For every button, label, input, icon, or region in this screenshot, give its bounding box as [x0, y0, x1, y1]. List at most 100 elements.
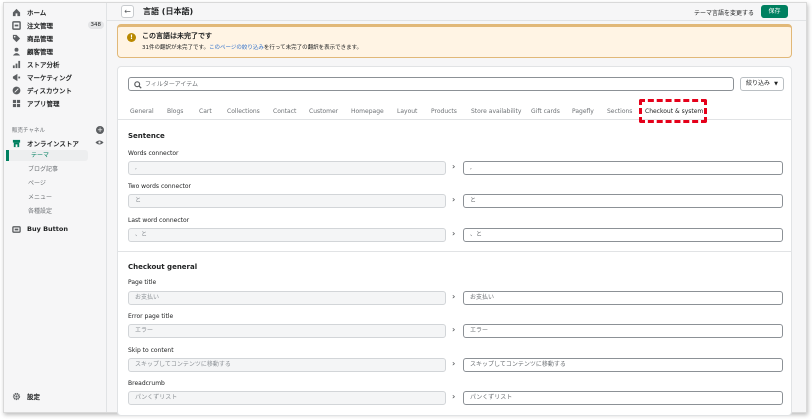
save-button[interactable]: 保存	[761, 5, 788, 18]
sidebar-item-orders[interactable]: 注文管理 348	[12, 19, 104, 31]
chevron-right-icon: ›	[452, 292, 456, 301]
source-text: スキップしてコンテンツに移動する	[128, 358, 446, 372]
orders-count-badge: 348	[87, 21, 104, 29]
home-icon	[12, 8, 21, 17]
sales-channels-header: 販売チャネル +	[12, 126, 104, 134]
sidebar-item-home[interactable]: ホーム	[12, 6, 104, 18]
source-text: ,	[128, 161, 446, 175]
orders-icon	[12, 20, 21, 30]
translation-input[interactable]: エラー	[463, 324, 783, 338]
filter-field[interactable]	[128, 77, 734, 91]
translation-input[interactable]: お支払い	[463, 291, 783, 305]
store-icon	[12, 139, 21, 148]
incomplete-language-banner: ! この言語は未完了です 31件の翻訳が未完了です。このページの絞り込みを行って…	[117, 24, 792, 58]
apps-icon	[12, 99, 21, 108]
warning-icon: !	[127, 33, 136, 42]
filter-dropdown-button[interactable]: 絞り込み ▼	[740, 77, 784, 91]
marketing-icon	[12, 73, 21, 82]
sidebar-item-products[interactable]: 商品管理	[12, 32, 104, 44]
tab-store-availability[interactable]: Store availability	[471, 108, 521, 115]
divider	[118, 251, 791, 252]
sidebar-item-customers[interactable]: 顧客管理	[12, 45, 104, 57]
add-channel-icon[interactable]: +	[96, 126, 104, 134]
field-label: Words connector	[128, 150, 179, 157]
sidebar-item-label: 顧客管理	[27, 48, 53, 56]
sidebar-item-label: アプリ管理	[27, 100, 60, 108]
tab-general[interactable]: General	[130, 108, 154, 115]
sidebar-item-settings[interactable]: 設定	[12, 390, 104, 402]
sidebar-subitem-blog-posts[interactable]: ブログ記事	[28, 164, 58, 175]
sidebar-item-discounts[interactable]: ディスカウント	[12, 84, 104, 96]
field-label: Breadcrumb	[128, 380, 165, 387]
tab-gift-cards[interactable]: Gift cards	[531, 108, 560, 115]
translation-input[interactable]: スキップしてコンテンツに移動する	[463, 358, 783, 372]
sidebar-item-label: マーケティング	[27, 74, 72, 82]
search-icon	[134, 81, 142, 89]
source-text: エラー	[128, 324, 446, 338]
group-title-checkout-general: Checkout general	[128, 263, 198, 271]
chevron-right-icon: ›	[452, 359, 456, 368]
field-label: Page title	[128, 279, 157, 286]
sidebar-subitem-navigation[interactable]: メニュー	[28, 192, 52, 203]
field-label: Skip to content	[128, 347, 174, 354]
tab-homepage[interactable]: Homepage	[351, 108, 384, 115]
sales-channels-label: 販売チャネル	[12, 128, 45, 134]
tab-sections[interactable]: Sections	[607, 108, 632, 115]
field-label: Two words connector	[128, 183, 191, 190]
sidebar-item-label: ディスカウント	[27, 87, 73, 95]
sidebar-item-label: 商品管理	[27, 35, 53, 43]
sidebar-item-label: 注文管理	[27, 22, 53, 30]
chevron-right-icon: ›	[452, 162, 456, 171]
filter-button-label: 絞り込み	[746, 80, 771, 87]
sidebar-subitem-themes[interactable]: テーマ	[6, 150, 88, 161]
sidebar-item-buy-button[interactable]: Buy Button	[12, 223, 104, 235]
arrow-left-icon: ←	[124, 7, 131, 16]
translation-input[interactable]: ,	[463, 161, 783, 175]
translation-input[interactable]: 、と	[463, 228, 783, 242]
sidebar-item-label: Buy Button	[27, 225, 68, 233]
tab-products[interactable]: Products	[431, 108, 457, 115]
source-text: パンくずリスト	[128, 391, 446, 405]
sidebar-item-label: ストア分析	[27, 61, 60, 69]
translations-card: 絞り込み▼ General Blogs Cart Collections Con…	[117, 66, 792, 416]
tab-contact[interactable]: Contact	[273, 108, 296, 115]
chevron-right-icon: ›	[452, 325, 456, 334]
translation-input[interactable]: パンくずリスト	[463, 391, 783, 405]
sidebar-subitem-pages[interactable]: ページ	[28, 178, 46, 189]
sidebar-item-label: オンラインストア	[27, 140, 79, 148]
filter-input[interactable]	[145, 79, 725, 90]
translation-input[interactable]: と	[463, 194, 783, 208]
tab-blogs[interactable]: Blogs	[167, 108, 183, 115]
tab-layout[interactable]: Layout	[397, 108, 417, 115]
tab-cart[interactable]: Cart	[199, 108, 212, 115]
tab-pagefly[interactable]: Pagefly	[572, 108, 594, 115]
back-button[interactable]: ←	[121, 5, 134, 18]
source-text: 、と	[128, 228, 446, 242]
sidebar-item-marketing[interactable]: マーケティング	[12, 71, 104, 83]
buy-button-icon	[12, 225, 21, 234]
banner-text-after: を行って未完了の翻訳を表示できます。	[263, 45, 363, 51]
chevron-right-icon: ›	[452, 195, 456, 204]
sidebar-item-analytics[interactable]: ストア分析	[12, 58, 104, 70]
banner-text: 31件の翻訳が未完了です。このページの絞り込みを行って未完了の翻訳を表示できます…	[142, 43, 362, 51]
chevron-right-icon: ›	[452, 229, 456, 238]
analytics-icon	[12, 60, 21, 69]
sidebar-item-label: ホーム	[27, 9, 47, 17]
tab-collections[interactable]: Collections	[227, 108, 260, 115]
filter-page-link[interactable]: このページの絞り込み	[209, 45, 264, 51]
sidebar-item-online-store[interactable]: オンラインストア	[12, 137, 104, 149]
sidebar-subitem-preferences[interactable]: 各種設定	[28, 206, 52, 217]
tab-highlight-annotation	[639, 99, 707, 123]
customer-icon	[12, 47, 21, 56]
change-theme-language-link[interactable]: テーマ言語を変更する	[694, 8, 754, 17]
eye-icon[interactable]	[95, 139, 104, 148]
sidebar-item-apps[interactable]: アプリ管理	[12, 97, 104, 109]
banner-title: この言語は未完了です	[142, 32, 212, 40]
top-bar: ← 言語 (日本語) テーマ言語を変更する 保存	[107, 3, 806, 21]
source-text: と	[128, 194, 446, 208]
field-label: Last word connector	[128, 217, 190, 224]
page-title: 言語 (日本語)	[143, 7, 194, 16]
tab-customer[interactable]: Customer	[309, 108, 338, 115]
chevron-right-icon: ›	[452, 392, 456, 401]
sidebar-item-label: 設定	[27, 393, 40, 401]
